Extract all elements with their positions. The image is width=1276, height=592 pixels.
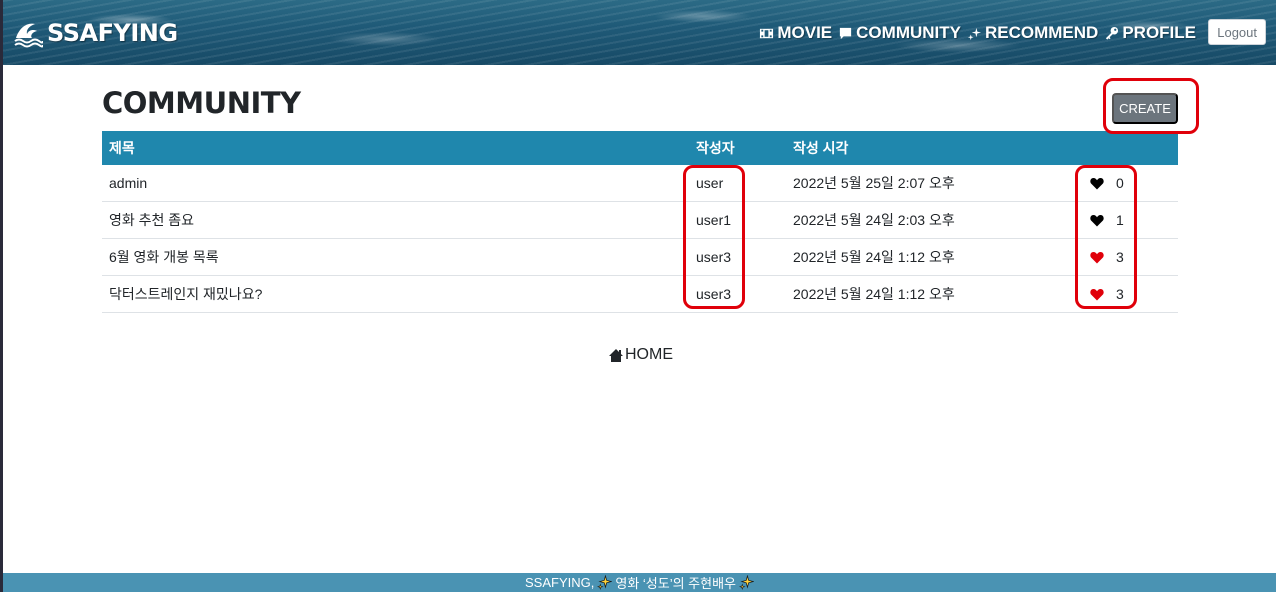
post-title-cell[interactable]: 닥터스트레인지 재밌나요? — [102, 275, 689, 313]
like-group: 3 — [1090, 276, 1171, 312]
window-frame-edge — [0, 0, 3, 592]
heart-icon[interactable] — [1090, 214, 1104, 227]
home-link-label: HOME — [625, 346, 673, 363]
nav-link-community[interactable]: COMMUNITY — [838, 23, 961, 43]
like-group: 0 — [1090, 165, 1171, 201]
community-table: 제목 작성자 작성 시각 admin user 2022년 5월 25일 2:07 … — [102, 131, 1178, 313]
post-likes-cell: 3 — [1083, 238, 1178, 276]
table-row[interactable]: 영화 추천 좀요 user1 2022년 5월 24일 2:03 오후 1 — [102, 201, 1178, 239]
post-author-cell: user3 — [689, 238, 786, 276]
like-group: 1 — [1090, 202, 1171, 238]
brand-text: SSAFYING — [47, 19, 178, 47]
navbar: SSAFYING MOVIE COMMUNITY RECOMMEND PROFI… — [3, 0, 1276, 65]
post-time-cell: 2022년 5월 24일 2:03 오후 — [786, 201, 1083, 239]
nav-link-profile[interactable]: PROFILE — [1104, 23, 1196, 43]
like-count: 3 — [1116, 249, 1124, 265]
nav-links: MOVIE COMMUNITY RECOMMEND PROFILE — [759, 20, 1196, 46]
post-title-cell[interactable]: 6월 영화 개봉 목록 — [102, 238, 689, 276]
home-icon — [609, 348, 623, 362]
header-likes — [1083, 131, 1178, 165]
post-time-cell: 2022년 5월 25일 2:07 오후 — [786, 165, 1083, 202]
nav-link-community-label: COMMUNITY — [856, 23, 961, 42]
nav-link-movie-label: MOVIE — [777, 23, 833, 42]
table-row[interactable]: 6월 영화 개봉 목록 user3 2022년 5월 24일 1:12 오후 3 — [102, 238, 1178, 276]
footer-brand-text: SSAFYING, — [525, 575, 595, 590]
nav-link-profile-label: PROFILE — [1122, 23, 1196, 42]
post-title-cell[interactable]: 영화 추천 좀요 — [102, 201, 689, 239]
post-likes-cell: 0 — [1083, 165, 1178, 202]
home-link[interactable]: HOME — [608, 346, 673, 364]
post-author-cell: user1 — [689, 201, 786, 239]
footer: SSAFYING, 영화 ‘성도’의 주현배우 — [3, 573, 1276, 592]
footer-tagline: 영화 ‘성도’의 주현배우 — [615, 576, 736, 591]
nav-link-movie[interactable]: MOVIE — [759, 23, 832, 43]
chat-icon — [840, 27, 852, 39]
heart-icon[interactable] — [1090, 251, 1104, 264]
like-group: 3 — [1090, 239, 1171, 275]
brand-logo[interactable]: SSAFYING — [13, 16, 178, 50]
post-author-cell: user3 — [689, 275, 786, 313]
table-body: admin user 2022년 5월 25일 2:07 오후 0 영화 추천 좀요 us… — [102, 165, 1178, 313]
post-likes-cell: 1 — [1083, 201, 1178, 239]
heart-icon[interactable] — [1090, 288, 1104, 301]
sparkles-icon — [597, 575, 613, 590]
nav-link-recommend-label: RECOMMEND — [984, 23, 1099, 42]
table-header-row: 제목 작성자 작성 시각 — [102, 131, 1178, 165]
page-title: COMMUNITY — [102, 86, 301, 120]
header-author: 작성자 — [689, 131, 786, 165]
post-title-cell[interactable]: admin — [102, 165, 689, 202]
key-icon — [1106, 26, 1119, 40]
post-time-cell: 2022년 5월 24일 1:12 오후 — [786, 238, 1083, 276]
logout-button[interactable]: Logout — [1208, 19, 1266, 45]
post-time-cell: 2022년 5월 24일 1:12 오후 — [786, 275, 1083, 313]
header-title: 제목 — [102, 131, 689, 165]
wave-icon — [14, 23, 43, 48]
like-count: 3 — [1116, 286, 1124, 302]
like-count: 0 — [1116, 175, 1124, 191]
like-count: 1 — [1116, 212, 1124, 228]
post-likes-cell: 3 — [1083, 275, 1178, 313]
table-row[interactable]: admin user 2022년 5월 25일 2:07 오후 0 — [102, 165, 1178, 202]
film-icon — [760, 28, 774, 38]
header-time: 작성 시각 — [786, 131, 1083, 165]
heart-icon[interactable] — [1090, 177, 1104, 190]
nav-link-recommend[interactable]: RECOMMEND — [967, 23, 1098, 43]
post-author-cell: user — [689, 165, 786, 202]
create-button[interactable]: CREATE — [1112, 93, 1178, 124]
sparkles-icon — [739, 575, 754, 590]
sparkles-icon — [967, 27, 982, 40]
table-row[interactable]: 닥터스트레인지 재밌나요? user3 2022년 5월 24일 1:12 오후 3 — [102, 275, 1178, 313]
